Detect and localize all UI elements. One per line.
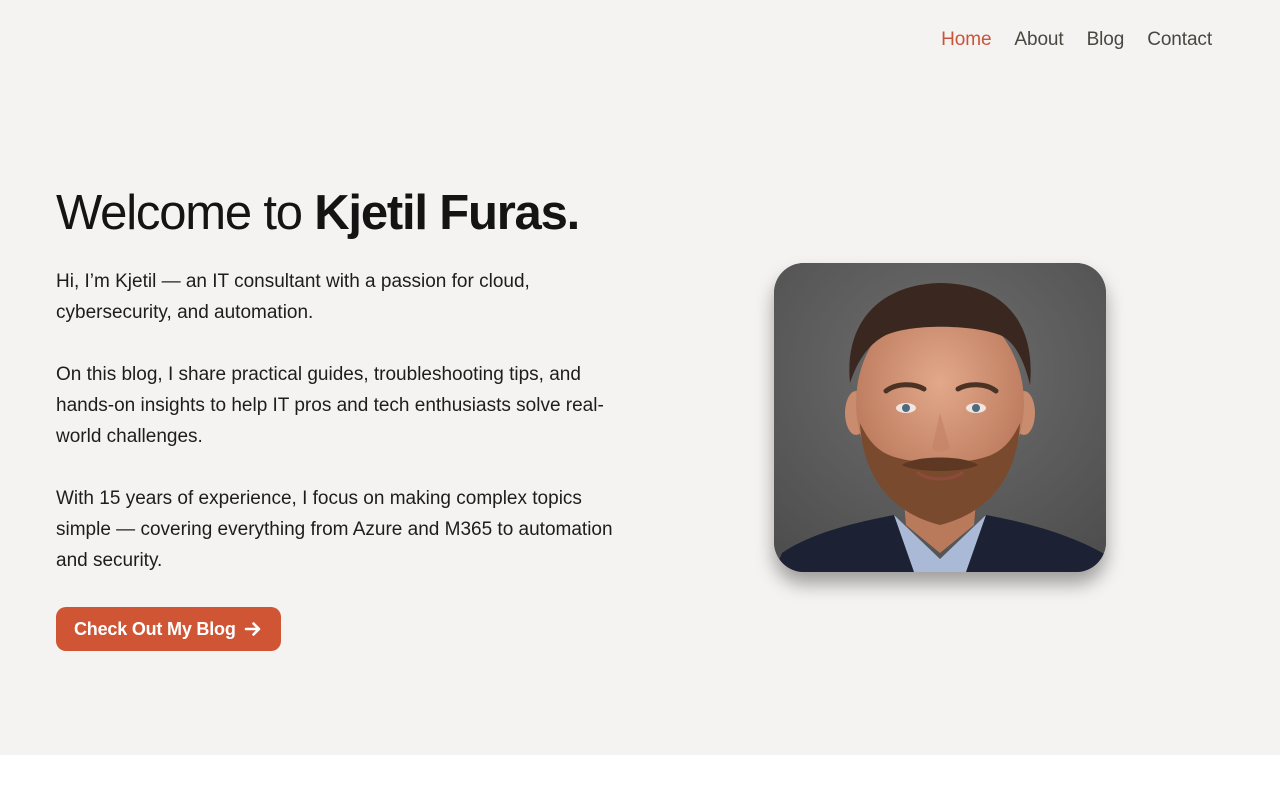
nav-about-link[interactable]: About xyxy=(1014,28,1063,52)
hero-section: Home About Blog Contact Welcome to Kjeti… xyxy=(0,0,1280,755)
intro-paragraph: On this blog, I share practical guides, … xyxy=(56,364,604,447)
nav-blog-link[interactable]: Blog xyxy=(1087,28,1125,52)
nav-home-link[interactable]: Home xyxy=(941,28,991,52)
title-name: Kjetil Furas. xyxy=(314,186,580,240)
intro-text: Hi, I’m Kjetil — an IT consultant with a… xyxy=(56,266,628,607)
profile-photo xyxy=(774,263,1106,572)
intro-paragraph: With 15 years of experience, I focus on … xyxy=(56,488,613,571)
nav-contact-link[interactable]: Contact xyxy=(1147,28,1212,52)
page-title: Welcome to Kjetil Furas. xyxy=(56,183,580,243)
arrow-right-icon xyxy=(244,620,262,638)
title-prefix: Welcome to xyxy=(56,186,315,240)
main-nav: Home About Blog Contact xyxy=(941,28,1212,52)
intro-paragraph: Hi, I’m Kjetil — an IT consultant with a… xyxy=(56,271,530,323)
check-out-blog-button[interactable]: Check Out My Blog xyxy=(56,607,281,651)
cta-label: Check Out My Blog xyxy=(74,618,236,639)
